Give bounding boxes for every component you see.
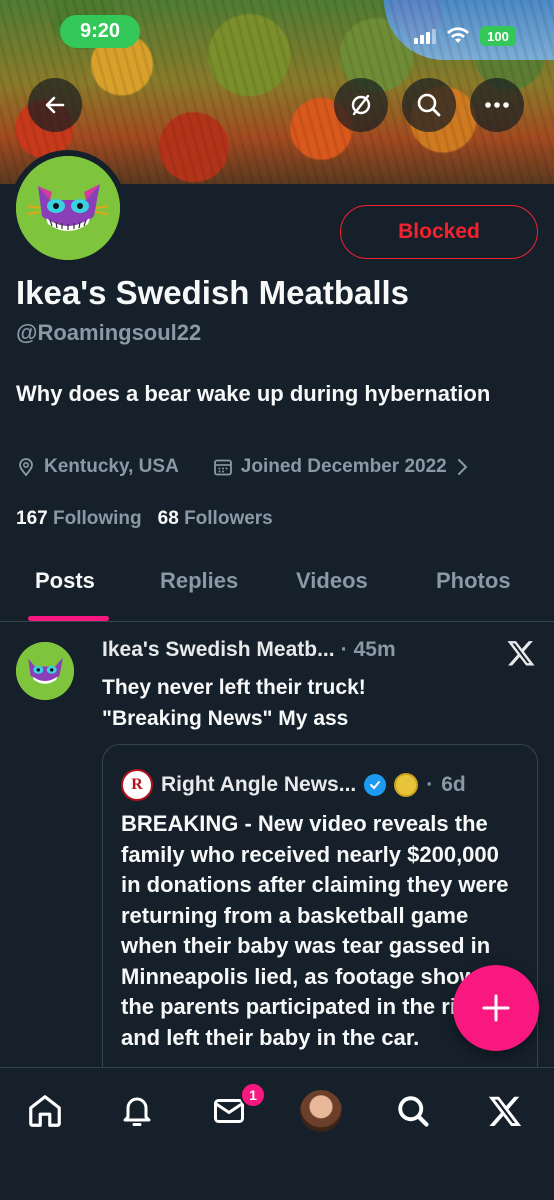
notification-badge: 1 <box>240 1082 266 1108</box>
quote-author: Right Angle News... <box>161 773 357 796</box>
home-icon <box>29 1095 61 1127</box>
more-icon <box>485 102 509 108</box>
right-angle-news-logo: R <box>121 769 153 801</box>
tab-posts[interactable]: Posts <box>35 568 95 594</box>
tab-videos[interactable]: Videos <box>296 568 368 594</box>
profile-location: Kentucky, USA <box>44 456 179 477</box>
followers-link[interactable]: 68 Followers <box>158 508 273 530</box>
profile-tabs: Posts Replies Videos Photos <box>0 560 554 622</box>
bell-icon <box>123 1097 151 1126</box>
battery-indicator: 100 <box>480 26 516 46</box>
quote-dot: · <box>426 773 434 796</box>
post-avatar[interactable] <box>16 642 74 700</box>
post-author[interactable]: Ikea's Swedish Meatb... <box>102 638 335 662</box>
quote-header: R Right Angle News... · 6d <box>121 769 466 801</box>
search-nav-icon <box>398 1096 429 1127</box>
status-time: 9:20 <box>60 15 140 48</box>
following-count: 167 <box>16 508 48 529</box>
profile-bio: Why does a bear wake up during hybernati… <box>16 381 491 406</box>
profile-handle: @Roamingsoul22 <box>16 320 202 345</box>
affiliate-badge-icon <box>394 773 419 797</box>
x-nav-icon <box>488 1096 522 1126</box>
following-label: Following <box>52 508 142 529</box>
hide-button[interactable] <box>334 78 388 132</box>
nav-x-premium[interactable] <box>480 1088 530 1134</box>
quote-time: 6d <box>441 773 466 796</box>
post-dot: · <box>340 638 348 661</box>
wifi-icon <box>447 27 469 43</box>
profile-display-name: Ikea's Swedish Meatballs <box>16 274 410 311</box>
post-text-line-1: They never left their truck! <box>102 676 366 699</box>
nav-profile[interactable] <box>296 1088 346 1134</box>
followers-label: Followers <box>184 508 273 529</box>
active-tab-indicator <box>28 616 109 621</box>
verified-badge-icon <box>364 774 387 796</box>
nav-search[interactable] <box>388 1088 438 1134</box>
compose-button[interactable] <box>453 965 539 1051</box>
tab-photos[interactable]: Photos <box>436 568 511 594</box>
profile-avatar[interactable] <box>10 150 126 266</box>
calendar-icon <box>213 459 232 476</box>
profile-meta: Kentucky, USA Joined December 2022 <box>16 456 469 478</box>
nav-home[interactable] <box>20 1088 70 1134</box>
nav-avatar <box>300 1090 342 1132</box>
nav-notifications[interactable] <box>112 1088 162 1134</box>
chevron-right-icon[interactable] <box>455 457 469 477</box>
post-text: They never left their truck! "Breaking N… <box>102 672 522 734</box>
cheshire-cat-avatar-image <box>16 642 74 700</box>
location-icon <box>19 458 33 477</box>
back-button[interactable] <box>28 78 82 132</box>
tab-replies[interactable]: Replies <box>160 568 238 594</box>
followers-count: 68 <box>157 508 179 529</box>
search-icon <box>417 93 441 117</box>
blocked-button[interactable]: Blocked <box>340 205 538 259</box>
profile-joined: Joined December 2022 <box>240 456 447 477</box>
more-button[interactable] <box>470 78 524 132</box>
search-button[interactable] <box>402 78 456 132</box>
back-arrow-icon <box>45 96 65 114</box>
cheshire-cat-avatar-image <box>16 156 120 260</box>
x-logo-icon <box>507 641 535 666</box>
post-header: Ikea's Swedish Meatb... · 45m <box>102 638 396 662</box>
follow-counts: 167 Following 68 Followers <box>16 508 273 530</box>
post-time: 45m <box>353 638 396 661</box>
signal-icon <box>414 28 436 44</box>
hide-icon <box>351 94 371 116</box>
status-icons: 100 <box>414 26 516 46</box>
bottom-navigation: 1 <box>0 1067 554 1200</box>
following-link[interactable]: 167 Following <box>16 508 142 530</box>
post-text-line-2: "Breaking News" My ass <box>102 707 349 730</box>
plus-icon <box>482 994 510 1022</box>
